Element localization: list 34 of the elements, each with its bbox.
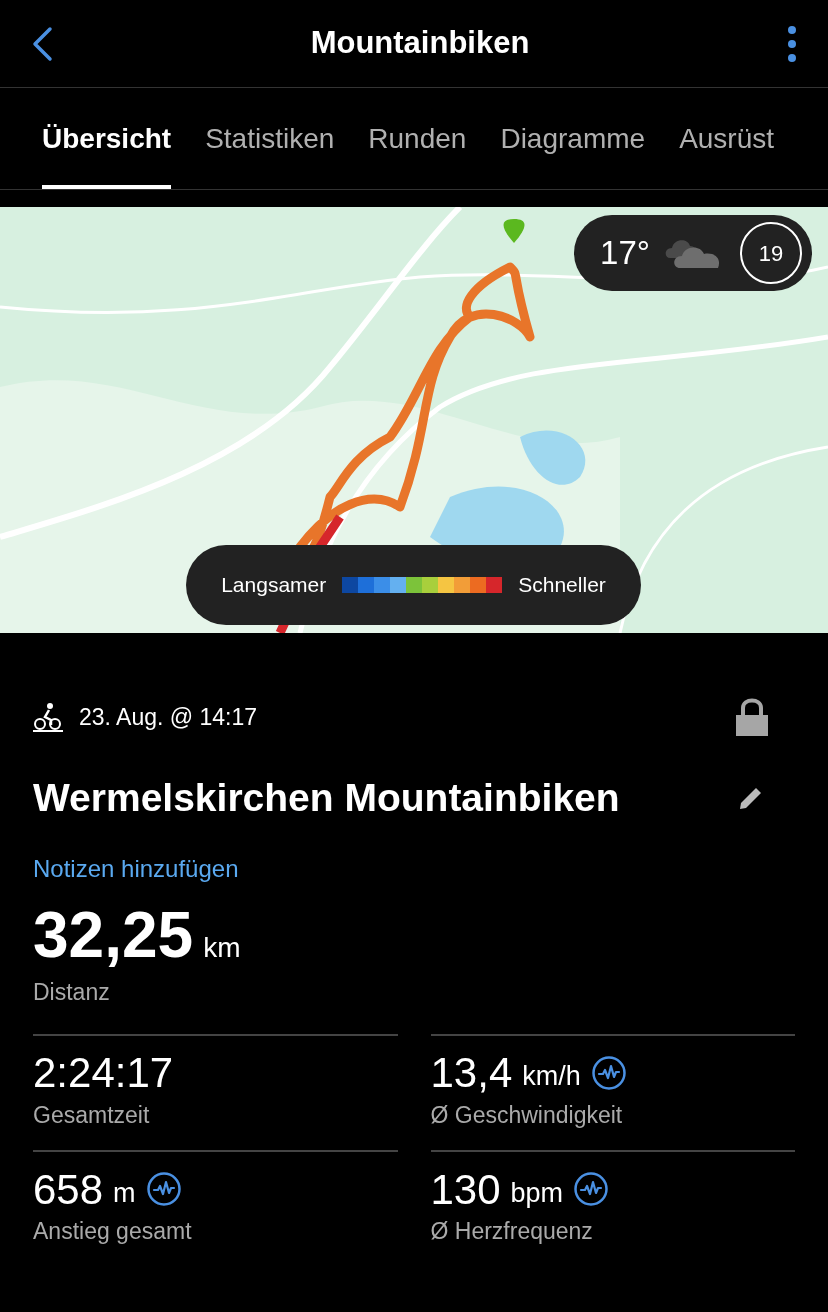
stat-unit: km/h bbox=[522, 1060, 581, 1094]
legend-label: Schneller bbox=[518, 572, 606, 599]
distance-label: Distanz bbox=[33, 978, 111, 1007]
screen-title: Mountainbiken bbox=[310, 24, 530, 63]
tab[interactable]: Übersicht bbox=[42, 88, 172, 189]
tab[interactable]: Runden bbox=[368, 88, 467, 189]
stat-label: Gesamtzeit bbox=[33, 1100, 151, 1130]
legend-label: Langsamer bbox=[221, 572, 327, 599]
activity-title: Wermelskirchen Mountainbiken bbox=[33, 774, 620, 821]
tab[interactable]: Statistiken bbox=[205, 88, 335, 189]
stat-unit: bpm bbox=[510, 1176, 564, 1210]
distance-unit: km bbox=[203, 931, 241, 965]
activity-chart-icon[interactable] bbox=[590, 1054, 627, 1091]
stat-unit: m bbox=[113, 1176, 136, 1210]
stat-value: 13,4 bbox=[430, 1048, 513, 1098]
stat-value: 2:24:17 bbox=[33, 1048, 174, 1098]
more-icon[interactable] bbox=[786, 25, 798, 62]
add-notes-link[interactable]: Notizen hinzufügen bbox=[33, 851, 239, 887]
temperature-text: 17° bbox=[600, 233, 650, 274]
cyclist-icon bbox=[33, 702, 63, 732]
stat-value: 130 bbox=[430, 1164, 501, 1215]
activity-chart-icon[interactable] bbox=[145, 1171, 182, 1207]
tab[interactable]: Diagramme bbox=[500, 88, 646, 189]
wind-dial: 19 bbox=[740, 222, 802, 284]
activity-chart-icon[interactable] bbox=[573, 1171, 610, 1207]
lock-icon[interactable] bbox=[735, 697, 769, 737]
stat-value: 658 bbox=[33, 1164, 104, 1215]
stat-label: Ø Geschwindigkeit bbox=[430, 1100, 624, 1130]
stat-label: Ø Herzfrequenz bbox=[430, 1217, 594, 1246]
stat-label: Anstieg gesamt bbox=[33, 1217, 193, 1246]
back-icon[interactable] bbox=[30, 25, 54, 62]
activity-date: 23. Aug. @ 14:17 bbox=[79, 702, 258, 732]
distance-value: 32,25 bbox=[33, 898, 194, 973]
tab[interactable]: Ausrüst bbox=[679, 88, 775, 189]
